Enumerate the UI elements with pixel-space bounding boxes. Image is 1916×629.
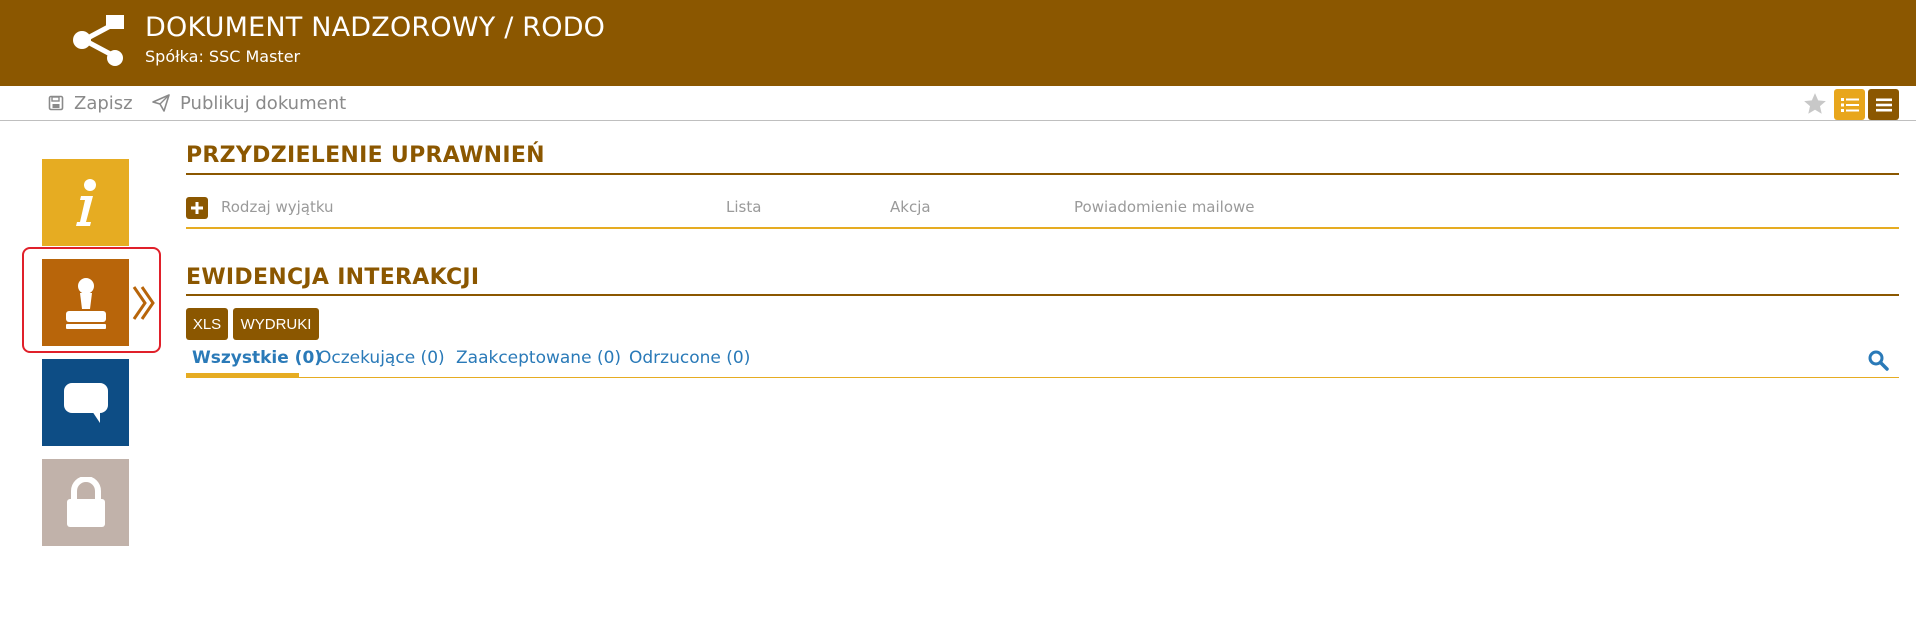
document-title: DOKUMENT NADZOROWY / RODO xyxy=(145,12,606,43)
save-label: Zapisz xyxy=(74,92,133,114)
column-header-action: Akcja xyxy=(890,198,931,216)
menu-icon xyxy=(1875,98,1892,111)
tabs-divider xyxy=(186,377,1899,378)
sidebar-item-info[interactable] xyxy=(42,159,129,246)
lock-icon xyxy=(66,476,105,527)
column-header-list: Lista xyxy=(726,198,762,216)
menu-button[interactable] xyxy=(1868,89,1899,120)
publish-button[interactable]: Publikuj dokument xyxy=(152,86,346,120)
column-header-exception-type: Rodzaj wyjątku xyxy=(221,198,334,216)
permissions-divider xyxy=(186,173,1899,175)
add-exception-button[interactable] xyxy=(186,197,208,219)
sidebar-item-chat[interactable] xyxy=(42,359,129,446)
star-icon[interactable] xyxy=(1802,91,1828,117)
permissions-section-title: PRZYDZIELENIE UPRAWNIEŃ xyxy=(186,143,545,168)
publish-label: Publikuj dokument xyxy=(180,92,347,114)
floppy-disk-icon xyxy=(48,95,64,111)
sidebar-item-stamp[interactable] xyxy=(42,259,129,346)
tab-all[interactable]: Wszystkie (0) xyxy=(192,348,322,368)
info-icon xyxy=(75,178,96,226)
interactions-divider xyxy=(186,294,1899,296)
xls-export-button[interactable]: XLS xyxy=(186,308,228,340)
chat-icon xyxy=(63,382,108,423)
toolbar: Zapisz Publikuj dokument xyxy=(0,86,1916,121)
list-view-icon xyxy=(1840,97,1859,112)
permissions-table-divider xyxy=(186,227,1899,229)
prints-button[interactable]: WYDRUKI xyxy=(233,308,319,340)
app-header: DOKUMENT NADZOROWY / RODO Spółka: SSC Ma… xyxy=(0,0,1916,86)
tab-accepted[interactable]: Zaakceptowane (0) xyxy=(456,348,621,368)
search-icon[interactable] xyxy=(1867,349,1889,371)
paper-plane-icon xyxy=(152,94,170,112)
sidebar-item-lock[interactable] xyxy=(42,459,129,546)
tab-rejected[interactable]: Odrzucone (0) xyxy=(629,348,750,368)
share-icon xyxy=(73,15,124,66)
save-button[interactable]: Zapisz xyxy=(48,86,133,120)
company-subtitle: Spółka: SSC Master xyxy=(145,47,301,66)
plus-icon xyxy=(191,202,203,214)
chevron-right-icon xyxy=(132,286,155,320)
tab-pending[interactable]: Oczekujące (0) xyxy=(318,348,445,368)
stamp-icon xyxy=(65,277,106,329)
column-header-email-notification: Powiadomienie mailowe xyxy=(1074,198,1255,216)
list-view-button[interactable] xyxy=(1834,89,1865,120)
interactions-section-title: EWIDENCJA INTERAKCJI xyxy=(186,265,480,290)
